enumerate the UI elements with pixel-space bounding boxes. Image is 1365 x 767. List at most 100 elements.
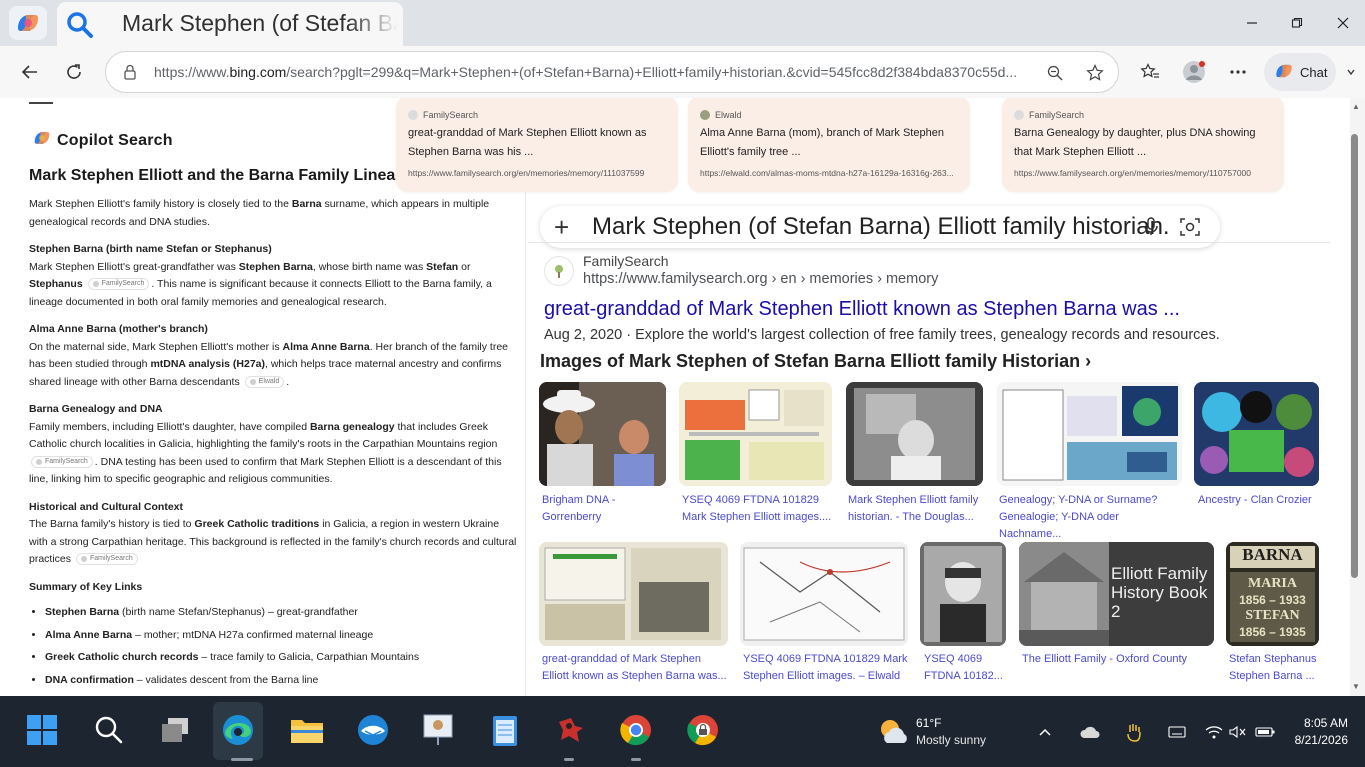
clock-date[interactable]: 8/21/2026: [1283, 733, 1348, 747]
image-thumbnail[interactable]: [539, 382, 666, 486]
back-button[interactable]: [16, 58, 44, 86]
list-item: Greek Catholic church records – trace fa…: [45, 649, 519, 667]
address-bar[interactable]: https://www.bing.com/search?pglt=299&q=M…: [105, 51, 1119, 93]
edge-browser-icon[interactable]: [218, 710, 258, 750]
battery-icon[interactable]: [1255, 722, 1275, 742]
citation-familysearch[interactable]: FamilySearch: [75, 553, 138, 566]
thunderbird-icon[interactable]: [353, 710, 393, 750]
chevron-up-icon[interactable]: [1035, 722, 1055, 742]
result-site-name[interactable]: FamilySearch: [583, 253, 669, 269]
refresh-button[interactable]: [60, 58, 88, 86]
summary-list: Stephen Barna (birth name Stefan/Stephan…: [45, 604, 519, 689]
image-caption[interactable]: Genealogy; Y-DNA or Surname? Genealogie;…: [999, 492, 1182, 543]
favorite-star-icon[interactable]: [1084, 62, 1106, 84]
image-thumbnail[interactable]: BARNA MARIA 1856 – 1933 STEFAN 1856 – 19…: [1226, 542, 1319, 646]
scroll-down-icon[interactable]: ▼: [1351, 682, 1361, 691]
image-thumbnail[interactable]: Elliott Family History Book 2: [1019, 542, 1214, 646]
weather-temperature[interactable]: 61°F: [916, 716, 941, 730]
chrome-icon[interactable]: [616, 710, 656, 750]
card-title: great-granddad of Mark Stephen Elliott k…: [408, 127, 647, 158]
source-card[interactable]: FamilySearch Barna Genealogy by daughter…: [1002, 98, 1284, 192]
copilot-app-icon[interactable]: [9, 6, 47, 40]
result-title-link[interactable]: great-granddad of Mark Stephen Elliott k…: [544, 298, 1180, 321]
image-caption[interactable]: The Elliott Family - Oxford County: [1022, 651, 1212, 668]
card-source: Elwald: [700, 110, 958, 120]
scroll-up-icon[interactable]: ▲: [1351, 102, 1361, 111]
intro-paragraph: Mark Stephen Elliott's family history is…: [29, 198, 490, 228]
active-tab[interactable]: Mark Stephen (of Stefan Barna) Elliott f…: [57, 2, 403, 46]
image-caption[interactable]: YSEQ 4069 FTDNA 10182...: [924, 651, 1008, 685]
running-indicator: [231, 758, 253, 761]
image-caption[interactable]: YSEQ 4069 FTDNA 101829 Mark Stephen Elli…: [682, 492, 832, 526]
volume-muted-icon[interactable]: [1228, 722, 1248, 742]
panel-handle: [29, 102, 53, 104]
familysearch-icon: [408, 110, 418, 120]
weather-icon[interactable]: [874, 712, 914, 752]
images-heading[interactable]: Images of Mark Stephen of Stefan Barna E…: [540, 351, 1091, 372]
image-caption[interactable]: great-granddad of Mark Stephen Elliott k…: [542, 651, 727, 685]
hand-gesture-icon[interactable]: [1124, 722, 1144, 742]
chat-button[interactable]: Chat: [1264, 53, 1336, 91]
image-thumbnail[interactable]: [920, 542, 1006, 646]
list-item: Stephen Barna (birth name Stefan/Stephan…: [45, 604, 519, 622]
source-cards: FamilySearch great-granddad of Mark Step…: [396, 98, 1336, 193]
start-windows-icon[interactable]: [22, 710, 62, 750]
notepad-icon[interactable]: [485, 710, 525, 750]
image-thumbnail[interactable]: [1194, 382, 1319, 486]
source-card[interactable]: FamilySearch great-granddad of Mark Step…: [396, 98, 678, 192]
scrollbar-thumb[interactable]: [1351, 134, 1358, 578]
weather-description[interactable]: Mostly sunny: [916, 733, 986, 747]
elwald-icon: [700, 110, 710, 120]
clock-time[interactable]: 8:05 AM: [1293, 716, 1348, 730]
keyboard-icon[interactable]: [1167, 722, 1187, 742]
image-thumbnail[interactable]: [679, 382, 832, 486]
chrome-secure-icon[interactable]: [683, 710, 723, 750]
more-options-icon[interactable]: [1224, 58, 1252, 86]
image-thumbnail[interactable]: [846, 382, 983, 486]
search-query[interactable]: Mark Stephen (of Stefan Barna) Elliott f…: [592, 213, 1170, 241]
image-thumbnail[interactable]: [997, 382, 1182, 486]
image-caption[interactable]: Ancestry - Clan Crozier: [1198, 492, 1318, 509]
microphone-icon[interactable]: [1143, 217, 1159, 242]
presentation-app-icon[interactable]: [418, 710, 458, 750]
minimize-button[interactable]: [1237, 9, 1267, 37]
tab-title: Mark Stephen (of Stefan Barna) Elliott f…: [122, 10, 397, 36]
favorites-button[interactable]: [1136, 58, 1164, 86]
profile-avatar[interactable]: [1180, 58, 1208, 86]
section-title: Stephen Barna (birth name Stefan or Step…: [29, 243, 272, 255]
image-caption[interactable]: Brigham DNA - Gorrenberry: [542, 492, 657, 526]
task-view-icon[interactable]: [155, 710, 195, 750]
sidebar-toggle-icon[interactable]: [1341, 58, 1361, 86]
result-snippet: Aug 2, 2020 · Explore the world's larges…: [544, 327, 1220, 343]
image-caption[interactable]: Mark Stephen Elliott family historian. -…: [848, 492, 983, 526]
citation-familysearch[interactable]: FamilySearch: [87, 278, 150, 291]
thumbnail-overlay-text: MARIA: [1248, 576, 1297, 591]
restore-button[interactable]: [1282, 9, 1312, 37]
image-thumbnail[interactable]: [539, 542, 728, 646]
file-explorer-icon[interactable]: [287, 710, 327, 750]
image-thumbnail[interactable]: [740, 542, 908, 646]
game-app-icon[interactable]: [550, 710, 590, 750]
section-historical-context: Historical and Cultural Context The Barn…: [29, 499, 519, 569]
close-window-button[interactable]: [1328, 9, 1358, 37]
citation-elwald[interactable]: Elwald: [244, 375, 285, 388]
url-text[interactable]: https://www.bing.com/search?pglt=299&q=M…: [154, 64, 1034, 80]
section-title: Alma Anne Barna (mother's branch): [29, 323, 208, 335]
image-caption[interactable]: Stefan Stephanus Stephen Barna ...: [1229, 651, 1321, 685]
onedrive-cloud-icon[interactable]: [1080, 722, 1100, 742]
visual-search-icon[interactable]: [1180, 217, 1200, 242]
result-cite-url[interactable]: https://www.familysearch.org › en › memo…: [583, 271, 938, 287]
card-title: Alma Anne Barna (mom), branch of Mark St…: [700, 127, 944, 158]
wifi-icon[interactable]: [1204, 722, 1224, 742]
section-alma-anne-barna: Alma Anne Barna (mother's branch) On the…: [29, 321, 519, 391]
lock-icon[interactable]: [123, 64, 137, 85]
add-icon[interactable]: +: [554, 212, 569, 243]
taskbar-search-icon[interactable]: [89, 710, 129, 750]
running-indicator: [564, 758, 574, 761]
zoom-icon[interactable]: [1044, 62, 1066, 84]
title-bar: Mark Stephen (of Stefan Barna) Elliott f…: [0, 0, 1365, 46]
image-caption[interactable]: YSEQ 4069 FTDNA 101829 Mark Stephen Elli…: [743, 651, 908, 685]
citation-familysearch[interactable]: FamilySearch: [31, 455, 93, 468]
source-card[interactable]: Elwald Alma Anne Barna (mom), branch of …: [688, 98, 970, 192]
card-source: FamilySearch: [1014, 110, 1272, 120]
